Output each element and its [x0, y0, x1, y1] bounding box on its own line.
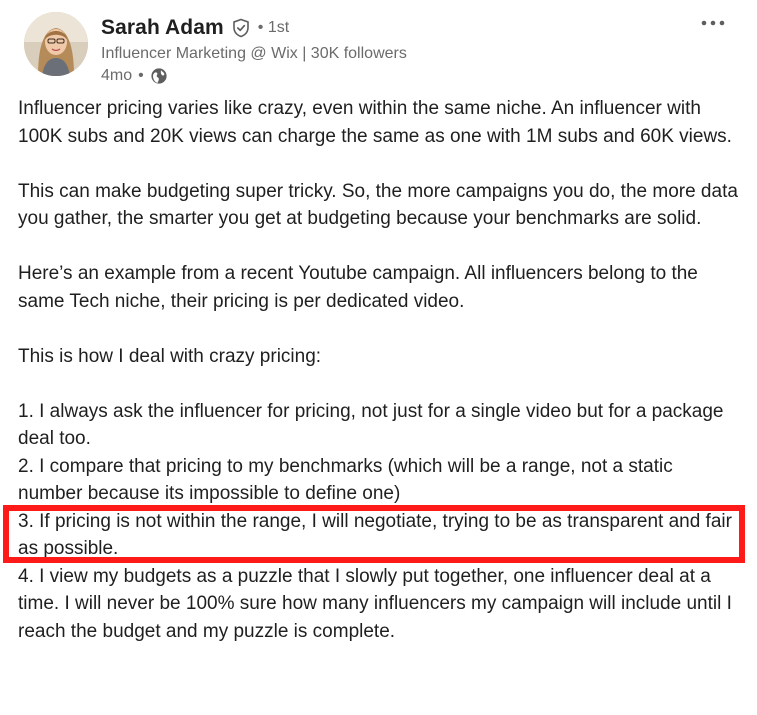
author-headline: Influencer Marketing @ Wix | 30K followe… — [101, 45, 407, 62]
author-name[interactable]: Sarah Adam — [101, 16, 224, 40]
post-header: Sarah Adam • 1st Influencer Marketing @ … — [101, 14, 661, 87]
highlight-box — [3, 505, 745, 563]
linkedin-post: Sarah Adam • 1st Influencer Marketing @ … — [0, 0, 757, 715]
post-age[interactable]: 4mo — [101, 67, 132, 85]
post-meta: 4mo • — [101, 65, 661, 87]
shield-check-icon — [231, 18, 251, 38]
connection-degree: • 1st — [258, 19, 289, 37]
more-horizontal-icon — [701, 20, 725, 26]
globe-icon — [150, 67, 168, 85]
paragraph: Here’s an example from a recent Youtube … — [18, 263, 698, 312]
list-item: 4. I view my budgets as a puzzle that I … — [18, 565, 732, 642]
avatar[interactable] — [24, 12, 88, 76]
degree-label: 1st — [267, 19, 290, 36]
avatar-photo — [24, 12, 88, 76]
list-item: 2. I compare that pricing to my benchmar… — [18, 455, 673, 505]
paragraph: Influencer pricing varies like crazy, ev… — [18, 98, 732, 147]
paragraph: This is how I deal with crazy pricing: — [18, 345, 322, 367]
separator-dot: • — [138, 67, 144, 84]
more-options-button[interactable] — [699, 12, 727, 34]
list-item: 1. I always ask the influencer for prici… — [18, 400, 724, 450]
separator-dot: • — [257, 19, 264, 36]
author-row: Sarah Adam • 1st — [101, 14, 661, 42]
paragraph: This can make budgeting super tricky. So… — [18, 180, 738, 230]
